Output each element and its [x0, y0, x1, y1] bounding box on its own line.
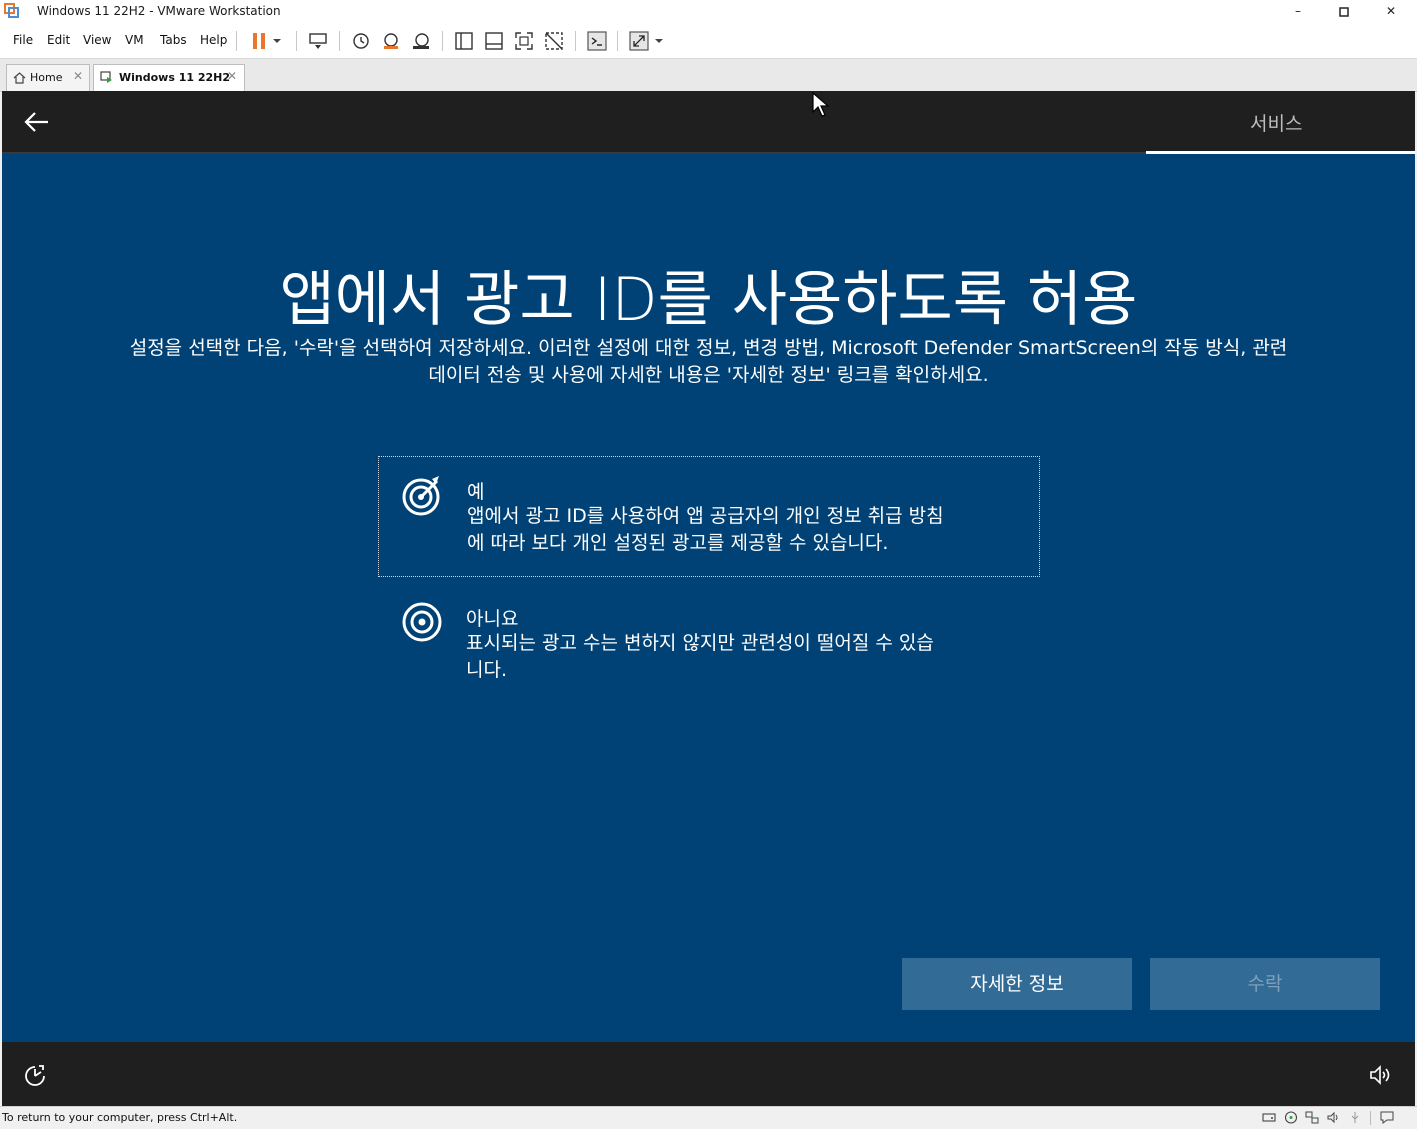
show-thumbnail-icon[interactable] [483, 30, 505, 52]
chevron-down-icon[interactable] [652, 30, 666, 52]
section-label: 서비스 [1250, 113, 1303, 135]
snapshot-icon[interactable] [350, 30, 372, 52]
window-title: Windows 11 22H2 - VMware Workstation [37, 4, 281, 18]
oobe-header: 서비스 [2, 91, 1415, 152]
mouse-cursor-icon [812, 92, 830, 117]
menu-help[interactable]: Help [200, 33, 227, 47]
title-bar: Windows 11 22H2 - VMware Workstation – ✕ [0, 0, 1417, 23]
page-description: 설정을 선택한 다음, '수락'을 선택하여 저장하세요. 이러한 설정에 대한… [62, 335, 1355, 389]
close-button[interactable]: ✕ [1368, 0, 1414, 23]
back-arrow-icon[interactable] [22, 109, 52, 135]
tab-bar: Home ✕ Windows 11 22H2 ✕ [0, 59, 1417, 92]
pause-icon[interactable] [248, 30, 270, 52]
hard-disk-icon[interactable] [1262, 1111, 1276, 1124]
full-screen-icon[interactable] [513, 30, 535, 52]
status-bar: To return to your computer, press Ctrl+A… [0, 1106, 1417, 1129]
menu-toolbar: File Edit View VM Tabs Help [0, 23, 1417, 59]
accessibility-icon[interactable] [22, 1063, 48, 1087]
network-icon[interactable] [1305, 1111, 1319, 1124]
option-description: 앱에서 광고 ID를 사용하여 앱 공급자의 개인 정보 취급 방침 에 따라 … [467, 503, 1027, 557]
menu-tabs[interactable]: Tabs [160, 33, 187, 47]
volume-icon[interactable] [1368, 1064, 1392, 1086]
tab-windows-11-label: Windows 11 22H2 [119, 71, 231, 84]
option-yes[interactable]: 예 앱에서 광고 ID를 사용하여 앱 공급자의 개인 정보 취급 방침 에 따… [378, 456, 1040, 577]
message-log-icon[interactable] [1380, 1111, 1394, 1124]
cd-rom-icon[interactable] [1284, 1111, 1298, 1124]
toolbar-separator [442, 31, 443, 51]
page-title: 앱에서 광고 ID를 사용하도록 허용 [279, 265, 1138, 335]
stretch-guest-icon[interactable] [628, 30, 650, 52]
maximize-button[interactable] [1321, 0, 1367, 23]
close-tab-icon[interactable]: ✕ [227, 69, 237, 83]
option-description-line: 니다. [466, 659, 507, 681]
toolbar-separator [296, 31, 297, 51]
toolbar-separator [617, 31, 618, 51]
progress-indicator [1146, 151, 1415, 154]
oobe-footer [2, 1042, 1415, 1106]
option-description: 표시되는 광고 수는 변하지 않지만 관련성이 떨어질 수 있습 니다. [466, 630, 1026, 684]
status-message: To return to your computer, press Ctrl+A… [2, 1111, 238, 1124]
option-description-line: 앱에서 광고 ID를 사용하여 앱 공급자의 개인 정보 취급 방침 [467, 505, 944, 527]
tab-windows-11[interactable]: Windows 11 22H2 ✕ [93, 64, 245, 91]
option-no[interactable]: 아니요 표시되는 광고 수는 변하지 않지만 관련성이 떨어질 수 있습 니다. [378, 584, 1038, 684]
description-line: 데이터 전송 및 사용에 자세한 내용은 '자세한 정보' 링크를 확인하세요. [428, 364, 989, 386]
chevron-down-icon[interactable] [270, 30, 284, 52]
home-icon [13, 72, 26, 84]
tab-home-label: Home [30, 71, 63, 84]
vm-icon [100, 71, 112, 83]
menu-vm[interactable]: VM [125, 33, 144, 47]
option-title: 아니요 [466, 608, 519, 630]
description-line: 설정을 선택한 다음, '수락'을 선택하여 저장하세요. 이러한 설정에 대한… [129, 337, 1288, 359]
toolbar-separator [236, 31, 237, 51]
unity-icon[interactable] [543, 30, 565, 52]
send-ctrl-alt-del-icon[interactable] [307, 30, 329, 52]
status-separator [1370, 1111, 1371, 1125]
show-library-icon[interactable] [453, 30, 475, 52]
menu-edit[interactable]: Edit [47, 33, 70, 47]
option-title: 예 [467, 481, 485, 503]
vmware-app-icon [4, 3, 19, 18]
menu-view[interactable]: View [83, 33, 111, 47]
option-description-line: 표시되는 광고 수는 변하지 않지만 관련성이 떨어질 수 있습 [466, 632, 934, 654]
accept-button[interactable]: 수락 [1150, 958, 1380, 1010]
vm-display[interactable]: 서비스 앱에서 광고 ID를 사용하도록 허용 설정을 선택한 다음, '수락'… [2, 91, 1415, 1106]
console-view-icon[interactable] [586, 30, 608, 52]
learn-more-button[interactable]: 자세한 정보 [902, 958, 1132, 1010]
minimize-button[interactable]: – [1275, 0, 1321, 23]
close-tab-icon[interactable]: ✕ [73, 69, 83, 83]
maximize-icon [1339, 7, 1349, 17]
toolbar-separator [575, 31, 576, 51]
revert-snapshot-icon[interactable] [380, 30, 402, 52]
tab-home[interactable]: Home ✕ [6, 64, 90, 91]
usb-icon[interactable] [1348, 1111, 1362, 1124]
toolbar-separator [339, 31, 340, 51]
option-description-line: 에 따라 보다 개인 설정된 광고를 제공할 수 있습니다. [467, 532, 889, 554]
menu-file[interactable]: File [13, 33, 33, 47]
target-icon [402, 602, 442, 642]
target-arrow-icon [402, 476, 440, 516]
sound-card-icon[interactable] [1326, 1111, 1340, 1124]
snapshot-manager-icon[interactable] [410, 30, 432, 52]
